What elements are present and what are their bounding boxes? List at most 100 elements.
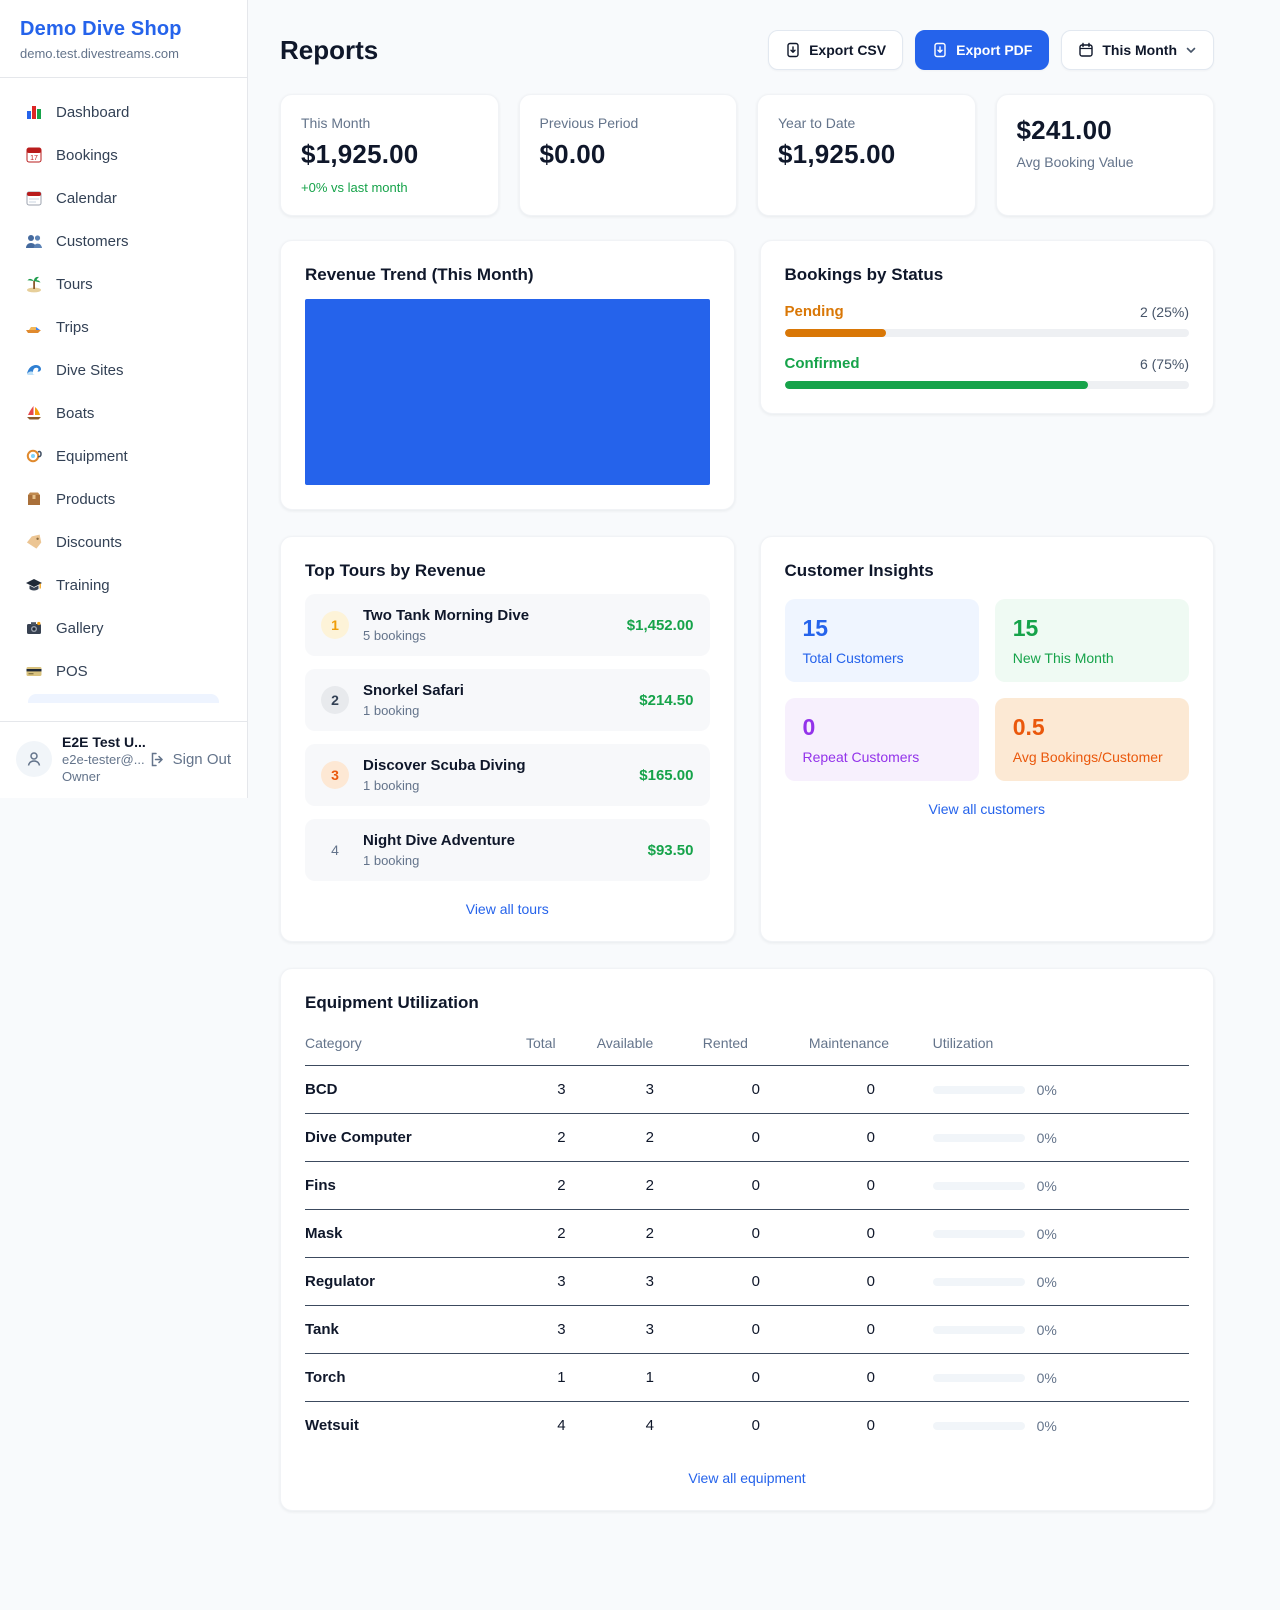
- status-value: 6 (75%): [1140, 356, 1189, 372]
- tile-label: Avg Bookings/Customer: [1013, 749, 1171, 765]
- status-label: Pending: [785, 303, 844, 320]
- stat-label: Year to Date: [778, 115, 955, 131]
- top-tours-card: Top Tours by Revenue 1 Two Tank Morning …: [280, 536, 735, 942]
- progress-track: [785, 329, 1190, 337]
- col-total: Total: [526, 1027, 597, 1066]
- tour-row: 4 Night Dive Adventure 1 booking $93.50: [305, 819, 710, 881]
- page-title: Reports: [280, 35, 378, 66]
- tour-row: 2 Snorkel Safari 1 booking $214.50: [305, 669, 710, 731]
- calendar-outline-icon: [1078, 42, 1094, 58]
- sidebar-item-label: Tours: [56, 276, 93, 293]
- status-row-pending: Pending 2 (25%): [785, 303, 1190, 337]
- table-row: Mask 2 2 0 0 0%: [305, 1210, 1189, 1258]
- rank-badge: 2: [321, 686, 349, 714]
- table-row: BCD 3 3 0 0 0%: [305, 1066, 1189, 1114]
- tour-revenue: $214.50: [639, 692, 693, 709]
- charts-row: Revenue Trend (This Month) Bookings by S…: [280, 240, 1214, 510]
- sidebar-item-calendar[interactable]: Calendar: [14, 178, 233, 218]
- header-actions: Export CSV Export PDF This Month: [768, 30, 1214, 70]
- revenue-trend-title: Revenue Trend (This Month): [305, 265, 710, 285]
- sidebar-user-panel: E2E Test U... e2e-tester@... Owner Sign …: [0, 721, 247, 798]
- stat-label: This Month: [301, 115, 478, 131]
- tile-value: 15: [803, 615, 961, 642]
- sidebar-item-reports-active-partial[interactable]: [28, 694, 219, 703]
- cell-maintenance: 0: [809, 1162, 933, 1210]
- sidebar-item-label: Discounts: [56, 534, 122, 551]
- tile-label: Total Customers: [803, 650, 961, 666]
- cell-utilization: 0%: [933, 1066, 1189, 1114]
- view-all-equipment-link[interactable]: View all equipment: [305, 1470, 1189, 1486]
- sidebar-item-discounts[interactable]: Discounts: [14, 522, 233, 562]
- shop-domain: demo.test.divestreams.com: [20, 46, 227, 61]
- progress-fill: [785, 329, 886, 337]
- main-content: Reports Export CSV Export PDF This Month: [248, 0, 1280, 1543]
- export-csv-button[interactable]: Export CSV: [768, 30, 903, 70]
- sidebar-item-trips[interactable]: Trips: [14, 307, 233, 347]
- period-dropdown[interactable]: This Month: [1061, 30, 1214, 70]
- page-header: Reports Export CSV Export PDF This Month: [280, 30, 1214, 70]
- tour-name: Night Dive Adventure: [363, 832, 634, 849]
- cell-rented: 0: [703, 1306, 809, 1354]
- avatar: [16, 741, 52, 777]
- progress-track: [785, 381, 1190, 389]
- cell-total: 3: [526, 1066, 597, 1114]
- sidebar-item-label: Trips: [56, 319, 89, 336]
- cell-utilization: 0%: [933, 1402, 1189, 1450]
- utilization-bar: [933, 1278, 1025, 1286]
- sidebar-item-tours[interactable]: Tours: [14, 264, 233, 304]
- bookings-by-status-title: Bookings by Status: [785, 265, 1190, 285]
- cell-total: 3: [526, 1306, 597, 1354]
- cell-rented: 0: [703, 1210, 809, 1258]
- view-all-tours-link[interactable]: View all tours: [305, 901, 710, 917]
- cell-category: BCD: [305, 1066, 526, 1114]
- status-row-confirmed: Confirmed 6 (75%): [785, 355, 1190, 389]
- stat-value: $241.00: [1017, 115, 1194, 146]
- cell-category: Torch: [305, 1354, 526, 1402]
- revenue-trend-chart: [305, 299, 710, 485]
- cell-available: 3: [597, 1066, 703, 1114]
- sidebar-item-bookings[interactable]: 17 Bookings: [14, 135, 233, 175]
- utilization-bar: [933, 1230, 1025, 1238]
- sidebar-item-label: Dashboard: [56, 104, 129, 121]
- utilization-bar: [933, 1182, 1025, 1190]
- tour-bookings: 1 booking: [363, 778, 625, 793]
- tile-value: 0.5: [1013, 714, 1171, 741]
- utilization-bar: [933, 1326, 1025, 1334]
- insight-tiles: 15 Total Customers 15 New This Month 0 R…: [785, 599, 1190, 781]
- sidebar-item-products[interactable]: Products: [14, 479, 233, 519]
- chevron-down-icon: [1185, 44, 1197, 56]
- tile-new-this-month: 15 New This Month: [995, 599, 1189, 682]
- cell-total: 4: [526, 1402, 597, 1450]
- sign-out-button[interactable]: Sign Out: [149, 751, 231, 768]
- export-csv-label: Export CSV: [809, 42, 886, 58]
- tile-avg-bookings: 0.5 Avg Bookings/Customer: [995, 698, 1189, 781]
- sidebar-item-gallery[interactable]: Gallery: [14, 608, 233, 648]
- col-category: Category: [305, 1027, 526, 1066]
- table-row: Dive Computer 2 2 0 0 0%: [305, 1114, 1189, 1162]
- export-pdf-button[interactable]: Export PDF: [915, 30, 1049, 70]
- sidebar-item-training[interactable]: Training: [14, 565, 233, 605]
- progress-fill: [785, 381, 1088, 389]
- cell-available: 2: [597, 1162, 703, 1210]
- col-maintenance: Maintenance: [809, 1027, 933, 1066]
- cell-total: 2: [526, 1114, 597, 1162]
- sidebar-item-boats[interactable]: Boats: [14, 393, 233, 433]
- insights-row: Top Tours by Revenue 1 Two Tank Morning …: [280, 536, 1214, 942]
- utilization-pct: 0%: [1037, 1418, 1057, 1434]
- stat-label: Avg Booking Value: [1017, 154, 1194, 170]
- products-icon: [24, 489, 44, 509]
- cell-category: Regulator: [305, 1258, 526, 1306]
- table-header-row: Category Total Available Rented Maintena…: [305, 1027, 1189, 1066]
- sidebar-item-dive-sites[interactable]: Dive Sites: [14, 350, 233, 390]
- view-all-customers-link[interactable]: View all customers: [785, 801, 1190, 817]
- sidebar-item-pos[interactable]: POS: [14, 651, 233, 691]
- utilization-bar: [933, 1374, 1025, 1382]
- sidebar-item-equipment[interactable]: Equipment: [14, 436, 233, 476]
- sidebar-item-dashboard[interactable]: Dashboard: [14, 92, 233, 132]
- shop-title: Demo Dive Shop: [20, 18, 227, 41]
- sidebar-item-customers[interactable]: Customers: [14, 221, 233, 261]
- stats-row: This Month $1,925.00 +0% vs last month P…: [280, 94, 1214, 216]
- calendar-icon: [24, 188, 44, 208]
- status-label: Confirmed: [785, 355, 860, 372]
- status-value: 2 (25%): [1140, 304, 1189, 320]
